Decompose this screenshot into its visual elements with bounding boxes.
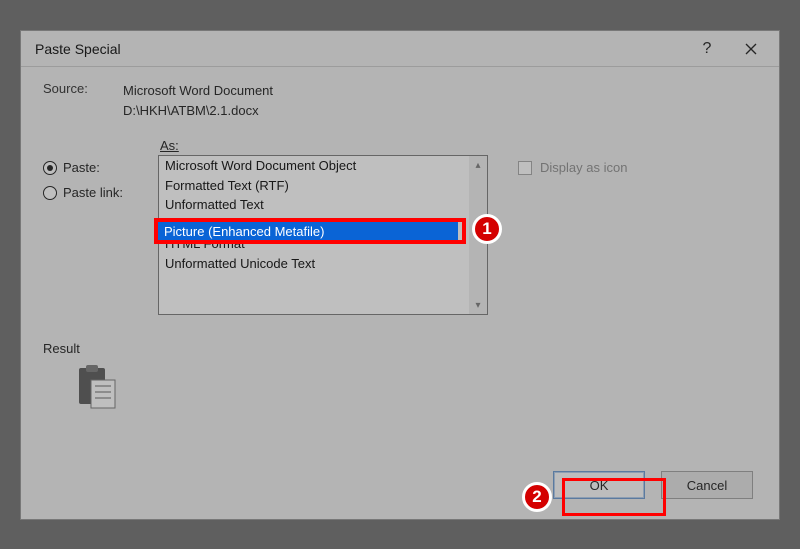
cancel-label: Cancel [687, 478, 727, 493]
scroll-down-icon[interactable]: ▾ [469, 296, 487, 314]
list-item[interactable]: Unformatted Text [159, 195, 469, 215]
paste-link-radio-label: Paste link: [63, 185, 123, 200]
result-label: Result [43, 341, 757, 356]
paste-link-radio[interactable]: Paste link: [43, 185, 158, 200]
dialog-body: Source: Microsoft Word Document D:\HKH\A… [21, 67, 779, 425]
cancel-button[interactable]: Cancel [661, 471, 753, 499]
radio-icon [43, 161, 57, 175]
ok-button[interactable]: OK [553, 471, 645, 499]
paste-radio-label: Paste: [63, 160, 100, 175]
close-button[interactable] [729, 34, 773, 64]
dialog-title: Paste Special [35, 41, 685, 57]
close-icon [745, 43, 757, 55]
list-item[interactable]: Unformatted Unicode Text [159, 254, 469, 274]
callout-badge-2: 2 [522, 482, 552, 512]
paste-special-dialog: Paste Special ? Source: Microsoft Word D… [20, 30, 780, 520]
selected-list-item[interactable]: Picture (Enhanced Metafile) [158, 222, 458, 242]
paste-radio[interactable]: Paste: [43, 160, 158, 175]
result-section: Result [43, 341, 757, 413]
titlebar: Paste Special ? [21, 31, 779, 67]
radio-icon [43, 186, 57, 200]
source-label: Source: [43, 81, 123, 96]
source-text: Microsoft Word Document D:\HKH\ATBM\2.1.… [123, 81, 273, 120]
scroll-up-icon[interactable]: ▴ [469, 156, 487, 174]
callout-badge-1: 1 [472, 214, 502, 244]
ok-label: OK [590, 478, 609, 493]
source-app: Microsoft Word Document [123, 81, 273, 101]
source-path: D:\HKH\ATBM\2.1.docx [123, 101, 273, 121]
right-column: Display as icon [488, 138, 627, 175]
list-item[interactable]: Microsoft Word Document Object [159, 156, 469, 176]
checkbox-icon [518, 161, 532, 175]
help-button[interactable]: ? [685, 34, 729, 64]
radio-group: Paste: Paste link: [43, 138, 158, 210]
as-label: As: [160, 138, 488, 153]
clipboard-icon [77, 364, 757, 413]
display-as-icon-checkbox[interactable]: Display as icon [518, 160, 627, 175]
dialog-buttons: OK Cancel [553, 471, 753, 499]
display-as-icon-label: Display as icon [540, 160, 627, 175]
list-item[interactable]: Formatted Text (RTF) [159, 176, 469, 196]
source-row: Source: Microsoft Word Document D:\HKH\A… [43, 81, 757, 120]
